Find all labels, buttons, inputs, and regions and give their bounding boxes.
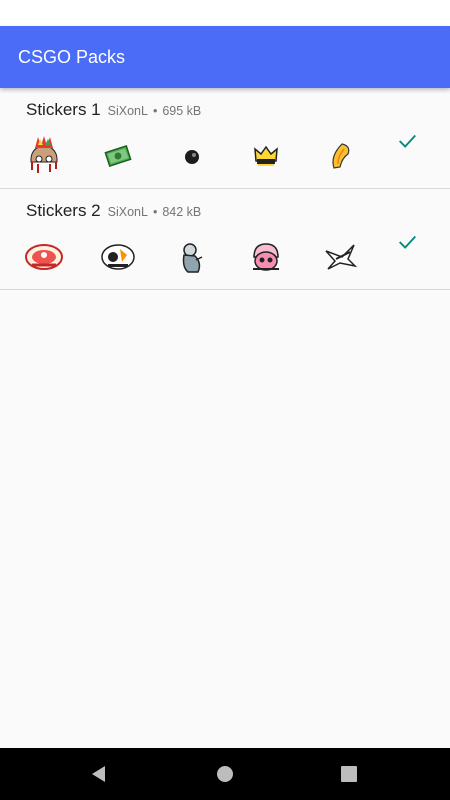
cash-sticker xyxy=(96,134,140,178)
pack-name: Stickers 2 xyxy=(26,201,101,220)
sticker-preview-strip xyxy=(22,134,372,178)
app-title: CSGO Packs xyxy=(18,47,126,67)
eight-ball-sticker xyxy=(170,134,214,178)
banana-sticker xyxy=(318,134,362,178)
sticker-pack-list: Stickers 1 SiXonL • 695 kB Stickers 2 Si… xyxy=(0,88,450,290)
pack-meta: SiXonL • 695 kB xyxy=(108,104,202,118)
pack-meta: SiXonL • 842 kB xyxy=(108,205,202,219)
check-icon xyxy=(399,235,416,249)
emblem-sticker xyxy=(22,235,66,279)
home-icon[interactable] xyxy=(213,762,237,786)
pack-name: Stickers 1 xyxy=(26,100,101,119)
pack-size: 695 kB xyxy=(162,104,202,118)
team-logo-sticker xyxy=(96,235,140,279)
pack-size: 842 kB xyxy=(162,205,202,219)
crown-sticker xyxy=(244,134,288,178)
pack-header: Stickers 1 SiXonL • 695 kB xyxy=(26,99,201,121)
pack-author: SiXonL xyxy=(107,104,148,118)
skull-cap-sticker xyxy=(244,235,288,279)
back-icon[interactable] xyxy=(87,762,111,786)
sticker-pack-row[interactable]: Stickers 2 SiXonL • 842 kB xyxy=(0,189,450,290)
sticker-pack-row[interactable]: Stickers 1 SiXonL • 695 kB xyxy=(0,88,450,189)
status-bar xyxy=(0,0,450,26)
navigation-bar xyxy=(0,748,450,800)
meta-separator: • xyxy=(152,205,158,219)
check-icon xyxy=(399,134,416,148)
meta-separator: • xyxy=(152,104,158,118)
app-bar: CSGO Packs xyxy=(0,26,450,88)
pack-header: Stickers 2 SiXonL • 842 kB xyxy=(26,200,201,222)
eagle-sticker xyxy=(318,235,362,279)
rainbow-mohawk-sticker xyxy=(22,134,66,178)
sticker-preview-strip xyxy=(22,235,372,279)
pack-author: SiXonL xyxy=(107,205,148,219)
zombie-sticker xyxy=(170,235,214,279)
recents-icon[interactable] xyxy=(337,762,361,786)
